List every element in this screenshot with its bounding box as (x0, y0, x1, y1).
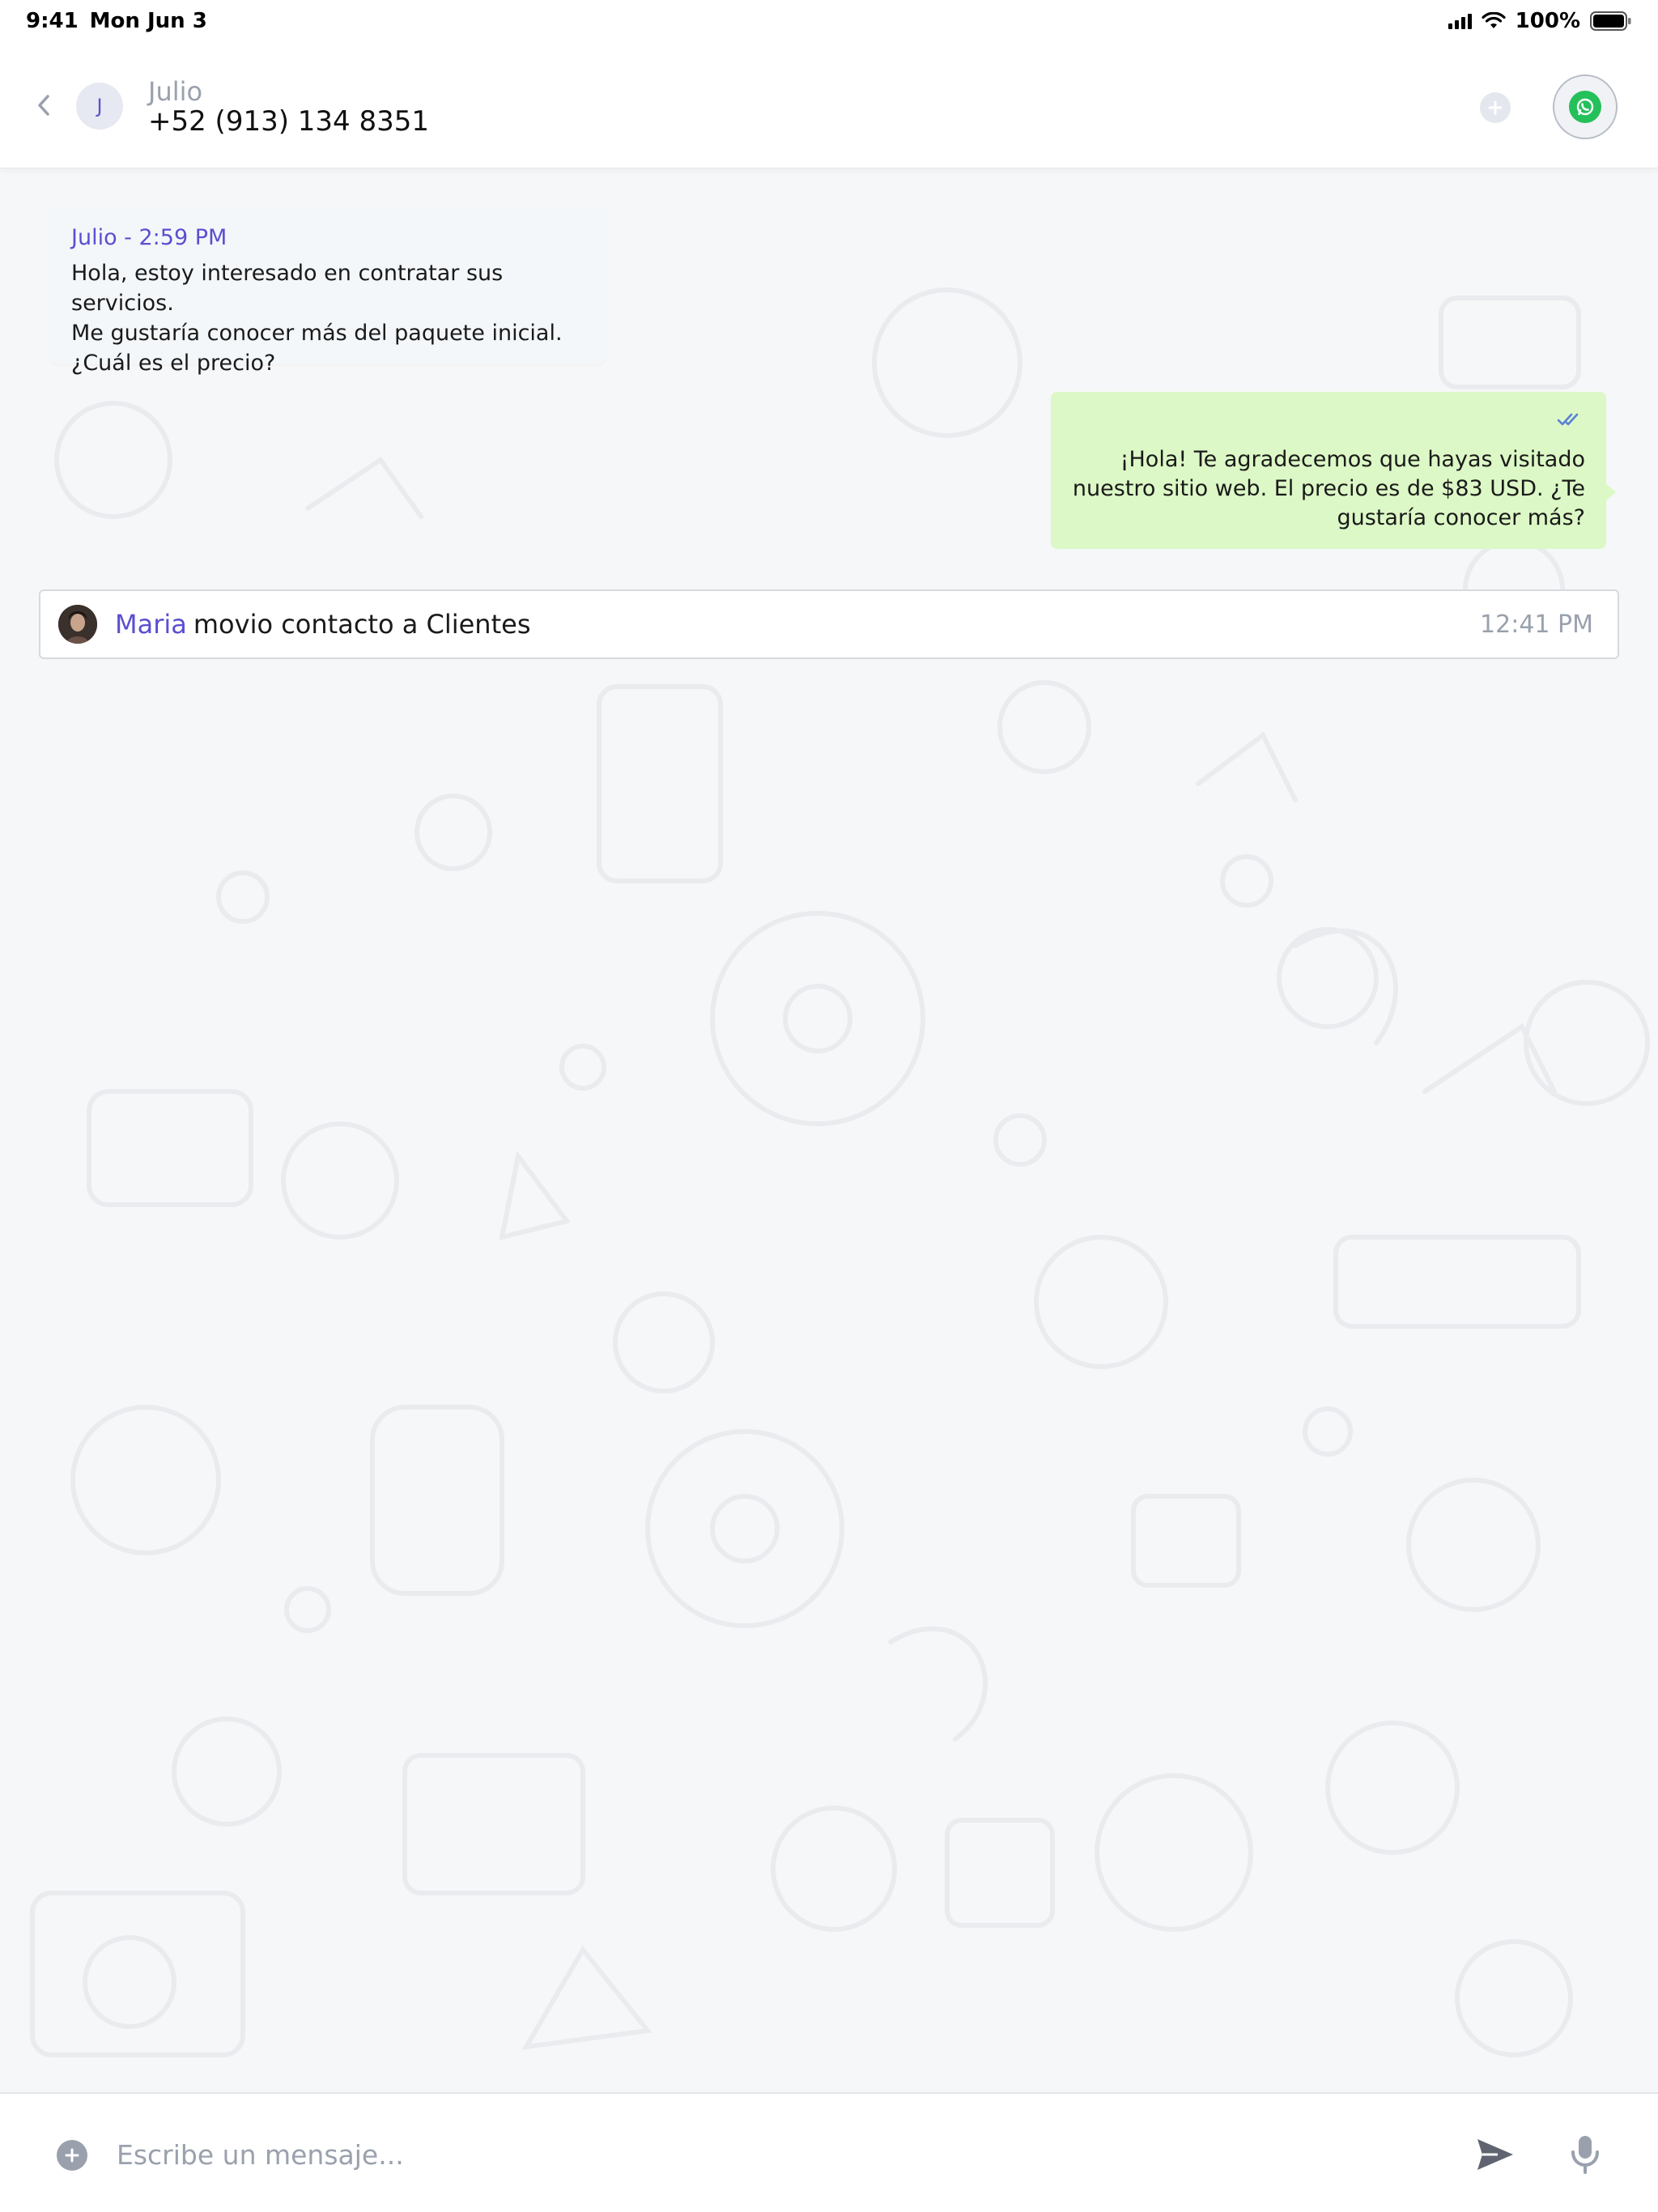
message-input[interactable] (117, 2129, 1436, 2180)
message-meta: Julio - 2:59 PM (71, 225, 227, 250)
whatsapp-channel-button[interactable] (1553, 74, 1618, 139)
add-button[interactable] (1480, 92, 1511, 123)
plus-icon (65, 2148, 79, 2163)
event-text: movio contacto a Clientes (193, 609, 531, 640)
chevron-left-icon (38, 95, 49, 116)
microphone-icon (1571, 2136, 1599, 2174)
contact-avatar[interactable]: J (76, 83, 123, 130)
status-date: Mon Jun 3 (89, 9, 207, 33)
microphone-button[interactable] (1569, 2134, 1601, 2175)
bubble-tail (1605, 483, 1616, 502)
attach-button[interactable] (57, 2140, 87, 2171)
battery-percent: 100% (1515, 9, 1580, 33)
contact-phone: +52 (913) 134 8351 (148, 105, 430, 138)
status-bar: 9:41 Mon Jun 3 100% (0, 0, 1658, 42)
back-button[interactable] (29, 87, 58, 123)
activity-event: Maria movio contacto a Clientes 12:41 PM (39, 589, 1619, 659)
outgoing-message[interactable]: ¡Hola! Te agradecemos que hayas visitado… (1051, 392, 1616, 549)
plus-icon (1488, 100, 1503, 115)
message-composer (0, 2092, 1658, 2212)
send-icon (1477, 2139, 1513, 2170)
message-text: Hola, estoy interesado en contratar sus … (71, 261, 563, 376)
whatsapp-icon (1569, 91, 1601, 123)
status-indicators: 100% (1448, 9, 1632, 33)
message-text: ¡Hola! Te agradecemos que hayas visitado… (1072, 447, 1585, 530)
contact-name: Julio (148, 76, 203, 107)
conversation-area[interactable]: Julio - 2:59 PM Hola, estoy interesado e… (0, 168, 1658, 2092)
chat-header: J Julio +52 (913) 134 8351 (0, 42, 1658, 168)
event-user[interactable]: Maria (115, 609, 187, 640)
read-status (1072, 405, 1585, 434)
avatar[interactable] (58, 605, 97, 644)
wifi-icon (1482, 12, 1506, 28)
send-button[interactable] (1475, 2136, 1516, 2173)
chat-screen: 9:41 Mon Jun 3 100% J Julio +52 (913) 13… (0, 0, 1658, 2212)
event-time: 12:41 PM (1480, 610, 1593, 639)
cellular-signal-icon (1448, 13, 1472, 29)
double-check-icon (1557, 413, 1579, 426)
battery-icon (1590, 11, 1631, 31)
incoming-message[interactable]: Julio - 2:59 PM Hola, estoy interesado e… (50, 209, 606, 376)
status-time: 9:41 (26, 9, 79, 33)
